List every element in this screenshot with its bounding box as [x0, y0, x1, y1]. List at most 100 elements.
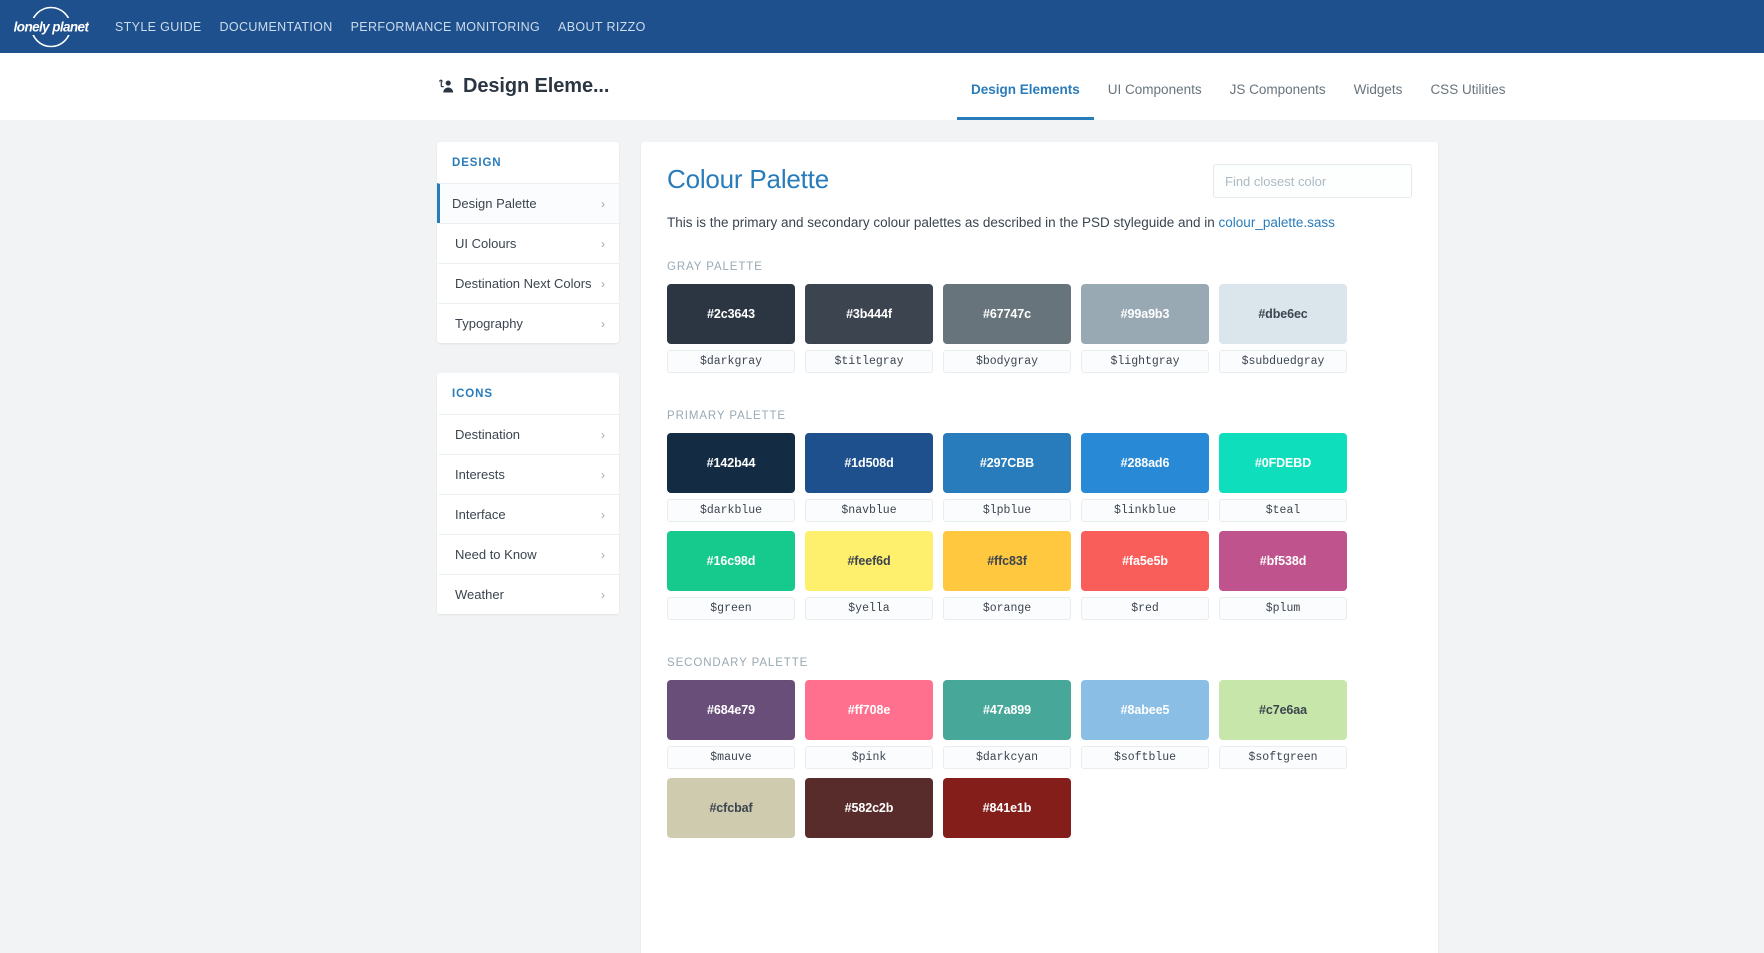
- swatch-variable-name: $darkcyan: [943, 745, 1071, 769]
- svg-text:lonely planet: lonely planet: [14, 19, 89, 34]
- page-body: DESIGN Design Palette › UI Colours › Des…: [0, 120, 1764, 953]
- color-swatch[interactable]: #ffc83f: [943, 530, 1071, 591]
- sidebar-item-weather[interactable]: Weather ›: [437, 574, 619, 614]
- swatch-item: #bf538d $plum: [1219, 530, 1347, 629]
- swatch-variable-name: $linkblue: [1081, 498, 1209, 522]
- color-swatch[interactable]: #142b44: [667, 432, 795, 493]
- swatch-variable-name: $green: [667, 596, 795, 620]
- lonely-planet-logo[interactable]: lonely planet: [13, 5, 89, 49]
- design-elements-icon: [439, 79, 454, 93]
- color-swatch[interactable]: #288ad6: [1081, 432, 1209, 493]
- sidebar-item-need-to-know[interactable]: Need to Know ›: [437, 534, 619, 574]
- sidebar-item-ui-colours[interactable]: UI Colours ›: [437, 223, 619, 263]
- sidebar-item-label: Destination: [455, 427, 521, 442]
- color-swatch[interactable]: #841e1b: [943, 777, 1071, 838]
- tab-design-elements[interactable]: Design Elements: [957, 82, 1094, 120]
- topnav-item-performance-monitoring[interactable]: PERFORMANCE MONITORING: [342, 20, 549, 34]
- colour-palette-sass-link[interactable]: colour_palette.sass: [1219, 215, 1335, 230]
- swatch-item: #16c98d $green: [667, 530, 795, 629]
- color-swatch[interactable]: #1d508d: [805, 432, 933, 493]
- color-swatch[interactable]: #3b444f: [805, 283, 933, 344]
- tab-js-components[interactable]: JS Components: [1216, 82, 1340, 121]
- chevron-right-icon: ›: [601, 507, 605, 522]
- sidebar-item-destination-next-colors[interactable]: Destination Next Colors ›: [437, 263, 619, 303]
- swatch-item: #99a9b3 $lightgray: [1081, 283, 1209, 382]
- description-text: This is the primary and secondary colour…: [667, 215, 1219, 230]
- content-header: Colour Palette: [667, 164, 1412, 198]
- color-swatch[interactable]: #0FDEBD: [1219, 432, 1347, 493]
- color-swatch[interactable]: #582c2b: [805, 777, 933, 838]
- top-brand-bar: lonely planet STYLE GUIDE DOCUMENTATION …: [0, 0, 1764, 53]
- swatch-item: #c7e6aa $softgreen: [1219, 679, 1347, 778]
- swatch-item: #288ad6 $linkblue: [1081, 432, 1209, 531]
- chevron-right-icon: ›: [601, 236, 605, 251]
- palette-grid: #2c3643 $darkgray #3b444f $titlegray #67747c…: [667, 283, 1412, 382]
- swatch-item: #3b444f $titlegray: [805, 283, 933, 382]
- color-swatch[interactable]: #684e79: [667, 679, 795, 740]
- chevron-right-icon: ›: [601, 467, 605, 482]
- palette-label: SECONDARY PALETTE: [667, 656, 809, 669]
- swatch-item: #8abee5 $softblue: [1081, 679, 1209, 778]
- sidebar-section-icons: ICONS Destination › Interests › Interfac…: [437, 373, 619, 614]
- color-swatch[interactable]: #feef6d: [805, 530, 933, 591]
- swatch-variable-name: $yella: [805, 596, 933, 620]
- color-swatch[interactable]: #dbe6ec: [1219, 283, 1347, 344]
- sidebar-item-destination[interactable]: Destination ›: [437, 414, 619, 454]
- color-swatch[interactable]: #47a899: [943, 679, 1071, 740]
- sidebar-item-label: Interests: [455, 467, 505, 482]
- color-swatch[interactable]: #16c98d: [667, 530, 795, 591]
- swatch-item: #0FDEBD $teal: [1219, 432, 1347, 531]
- content-description: This is the primary and secondary colour…: [667, 214, 1412, 233]
- tab-ui-components[interactable]: UI Components: [1094, 82, 1216, 121]
- sidebar-item-label: Interface: [455, 507, 506, 522]
- swatch-item: #dbe6ec $subduedgray: [1219, 283, 1347, 382]
- chevron-right-icon: ›: [601, 316, 605, 331]
- topnav-item-documentation[interactable]: DOCUMENTATION: [211, 20, 342, 34]
- color-swatch[interactable]: #c7e6aa: [1219, 679, 1347, 740]
- swatch-variable-name: $lightgray: [1081, 349, 1209, 373]
- tab-css-utilities[interactable]: CSS Utilities: [1416, 82, 1519, 121]
- sidebar-item-interests[interactable]: Interests ›: [437, 454, 619, 494]
- color-swatch[interactable]: #ff708e: [805, 679, 933, 740]
- topnav-item-style-guide[interactable]: STYLE GUIDE: [115, 20, 211, 34]
- swatch-variable-name: [943, 844, 1071, 867]
- find-closest-color-input[interactable]: [1213, 164, 1412, 198]
- sidebar-item-design-palette[interactable]: Design Palette ›: [437, 183, 619, 223]
- sidebar-item-label: Need to Know: [455, 547, 537, 562]
- swatch-variable-name: $lpblue: [943, 498, 1071, 522]
- chevron-right-icon: ›: [601, 587, 605, 602]
- swatch-variable-name: $subduedgray: [1219, 349, 1347, 373]
- sidebar-item-label: Destination Next Colors: [455, 276, 592, 291]
- sidebar-item-typography[interactable]: Typography ›: [437, 303, 619, 343]
- color-swatch[interactable]: #297CBB: [943, 432, 1071, 493]
- palette-grid: #684e79 $mauve #ff708e $pink #47a899 $darkcya…: [667, 679, 1412, 876]
- swatch-item: #582c2b: [805, 777, 933, 876]
- color-swatch[interactable]: #99a9b3: [1081, 283, 1209, 344]
- sidebar-item-interface[interactable]: Interface ›: [437, 494, 619, 534]
- main-content-card: Colour Palette This is the primary and s…: [641, 142, 1438, 953]
- swatch-item: #fa5e5b $red: [1081, 530, 1209, 629]
- palette-label: GRAY PALETTE: [667, 260, 763, 273]
- swatch-item: #2c3643 $darkgray: [667, 283, 795, 382]
- swatch-item: #297CBB $lpblue: [943, 432, 1071, 531]
- color-swatch[interactable]: #67747c: [943, 283, 1071, 344]
- swatch-item: #ff708e $pink: [805, 679, 933, 778]
- color-swatch[interactable]: #8abee5: [1081, 679, 1209, 740]
- swatch-item: #ffc83f $orange: [943, 530, 1071, 629]
- sidebar-item-label: Typography: [455, 316, 523, 331]
- color-swatch[interactable]: #cfcbaf: [667, 777, 795, 838]
- color-swatch[interactable]: #2c3643: [667, 283, 795, 344]
- color-swatch[interactable]: #fa5e5b: [1081, 530, 1209, 591]
- swatch-item: #1d508d $navblue: [805, 432, 933, 531]
- swatch-variable-name: $softgreen: [1219, 745, 1347, 769]
- swatch-variable-name: $teal: [1219, 498, 1347, 522]
- swatch-item: #684e79 $mauve: [667, 679, 795, 778]
- topnav-item-about-rizzo[interactable]: ABOUT RIZZO: [549, 20, 655, 34]
- primary-navigation: STYLE GUIDE DOCUMENTATION PERFORMANCE MO…: [115, 20, 655, 34]
- tab-widgets[interactable]: Widgets: [1340, 82, 1417, 121]
- swatch-variable-name: $softblue: [1081, 745, 1209, 769]
- lonely-planet-logo-mark: lonely planet: [13, 6, 89, 47]
- swatch-variable-name: $orange: [943, 596, 1071, 620]
- color-swatch[interactable]: #bf538d: [1219, 530, 1347, 591]
- palette-grid: #142b44 $darkblue #1d508d $navblue #297CBB $l…: [667, 432, 1412, 629]
